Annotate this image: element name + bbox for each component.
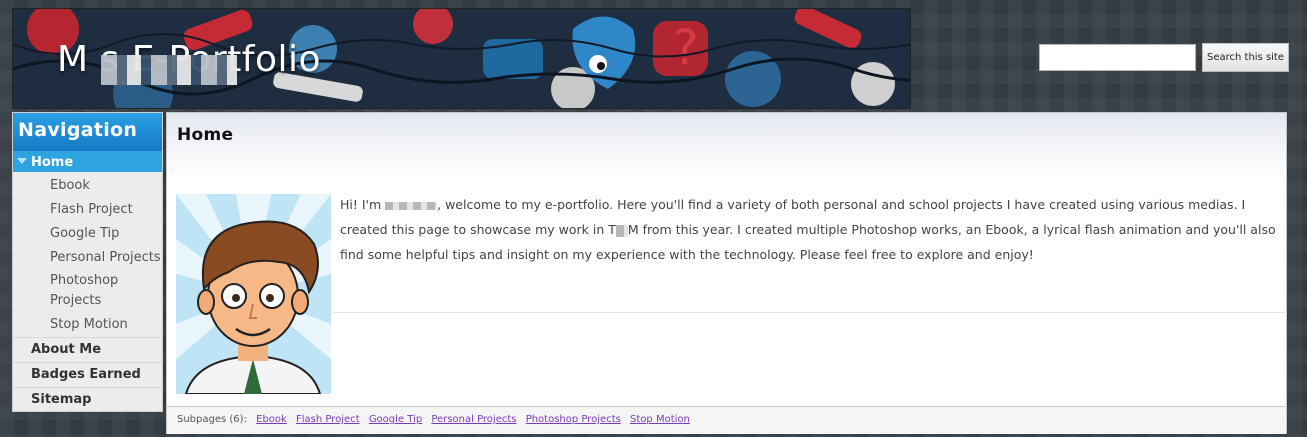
subpage-link-photoshop-projects[interactable]: Photoshop Projects [526, 414, 621, 425]
search-button[interactable]: Search this site [1202, 43, 1289, 72]
page-header: Home [167, 113, 1286, 179]
intro-paragraph: Hi! I'm , welcome to my e-portfolio. Her… [340, 192, 1284, 267]
sidebar-item-flash-project[interactable]: Flash Project [13, 199, 162, 220]
redacted-name [385, 201, 438, 210]
sidebar-item-about-me[interactable]: About Me [13, 337, 162, 362]
redacted-name [101, 55, 237, 85]
subpage-link-flash-project[interactable]: Flash Project [296, 414, 360, 425]
expand-triangle-icon[interactable] [17, 157, 27, 164]
subpage-link-stop-motion[interactable]: Stop Motion [630, 414, 690, 425]
subpages-label: Subpages (6): [177, 414, 247, 425]
subpage-link-personal-projects[interactable]: Personal Projects [431, 414, 516, 425]
sidebar-item-sitemap[interactable]: Sitemap [13, 387, 162, 412]
sidebar-item-stop-motion[interactable]: Stop Motion [13, 314, 162, 335]
content-divider [333, 312, 1287, 313]
sidebar-item-home[interactable]: Home [13, 151, 162, 172]
subpages-bar: Subpages (6): Ebook Flash Project Google… [167, 406, 1286, 434]
page-title: Home [177, 125, 234, 145]
sidebar-item-badges-earned[interactable]: Badges Earned [13, 362, 162, 387]
sidebar-item-ebook[interactable]: Ebook [13, 175, 162, 196]
sidebar-item-photoshop-projects[interactable]: Photoshop Projects [13, 271, 133, 311]
redacted-text [615, 224, 628, 237]
header-banner: ? M s E-Portfolio [12, 8, 911, 109]
intro-text-1: Hi! I'm [340, 197, 386, 212]
search-input[interactable] [1039, 44, 1196, 71]
navigation-header: Navigation [13, 113, 162, 151]
main-content: Home Hi! I'm , welcome to my e-portfolio… [166, 112, 1287, 434]
sidebar-navigation: Navigation Home Ebook Flash Project Goog… [12, 112, 163, 412]
sidebar-item-label: Home [31, 155, 74, 170]
sidebar-item-personal-projects[interactable]: Personal Projects [13, 247, 162, 268]
subpage-link-google-tip[interactable]: Google Tip [369, 414, 422, 425]
subpage-link-ebook[interactable]: Ebook [256, 414, 287, 425]
avatar [176, 194, 331, 394]
sidebar-item-google-tip[interactable]: Google Tip [13, 223, 162, 244]
svg-text:?: ? [673, 20, 698, 76]
